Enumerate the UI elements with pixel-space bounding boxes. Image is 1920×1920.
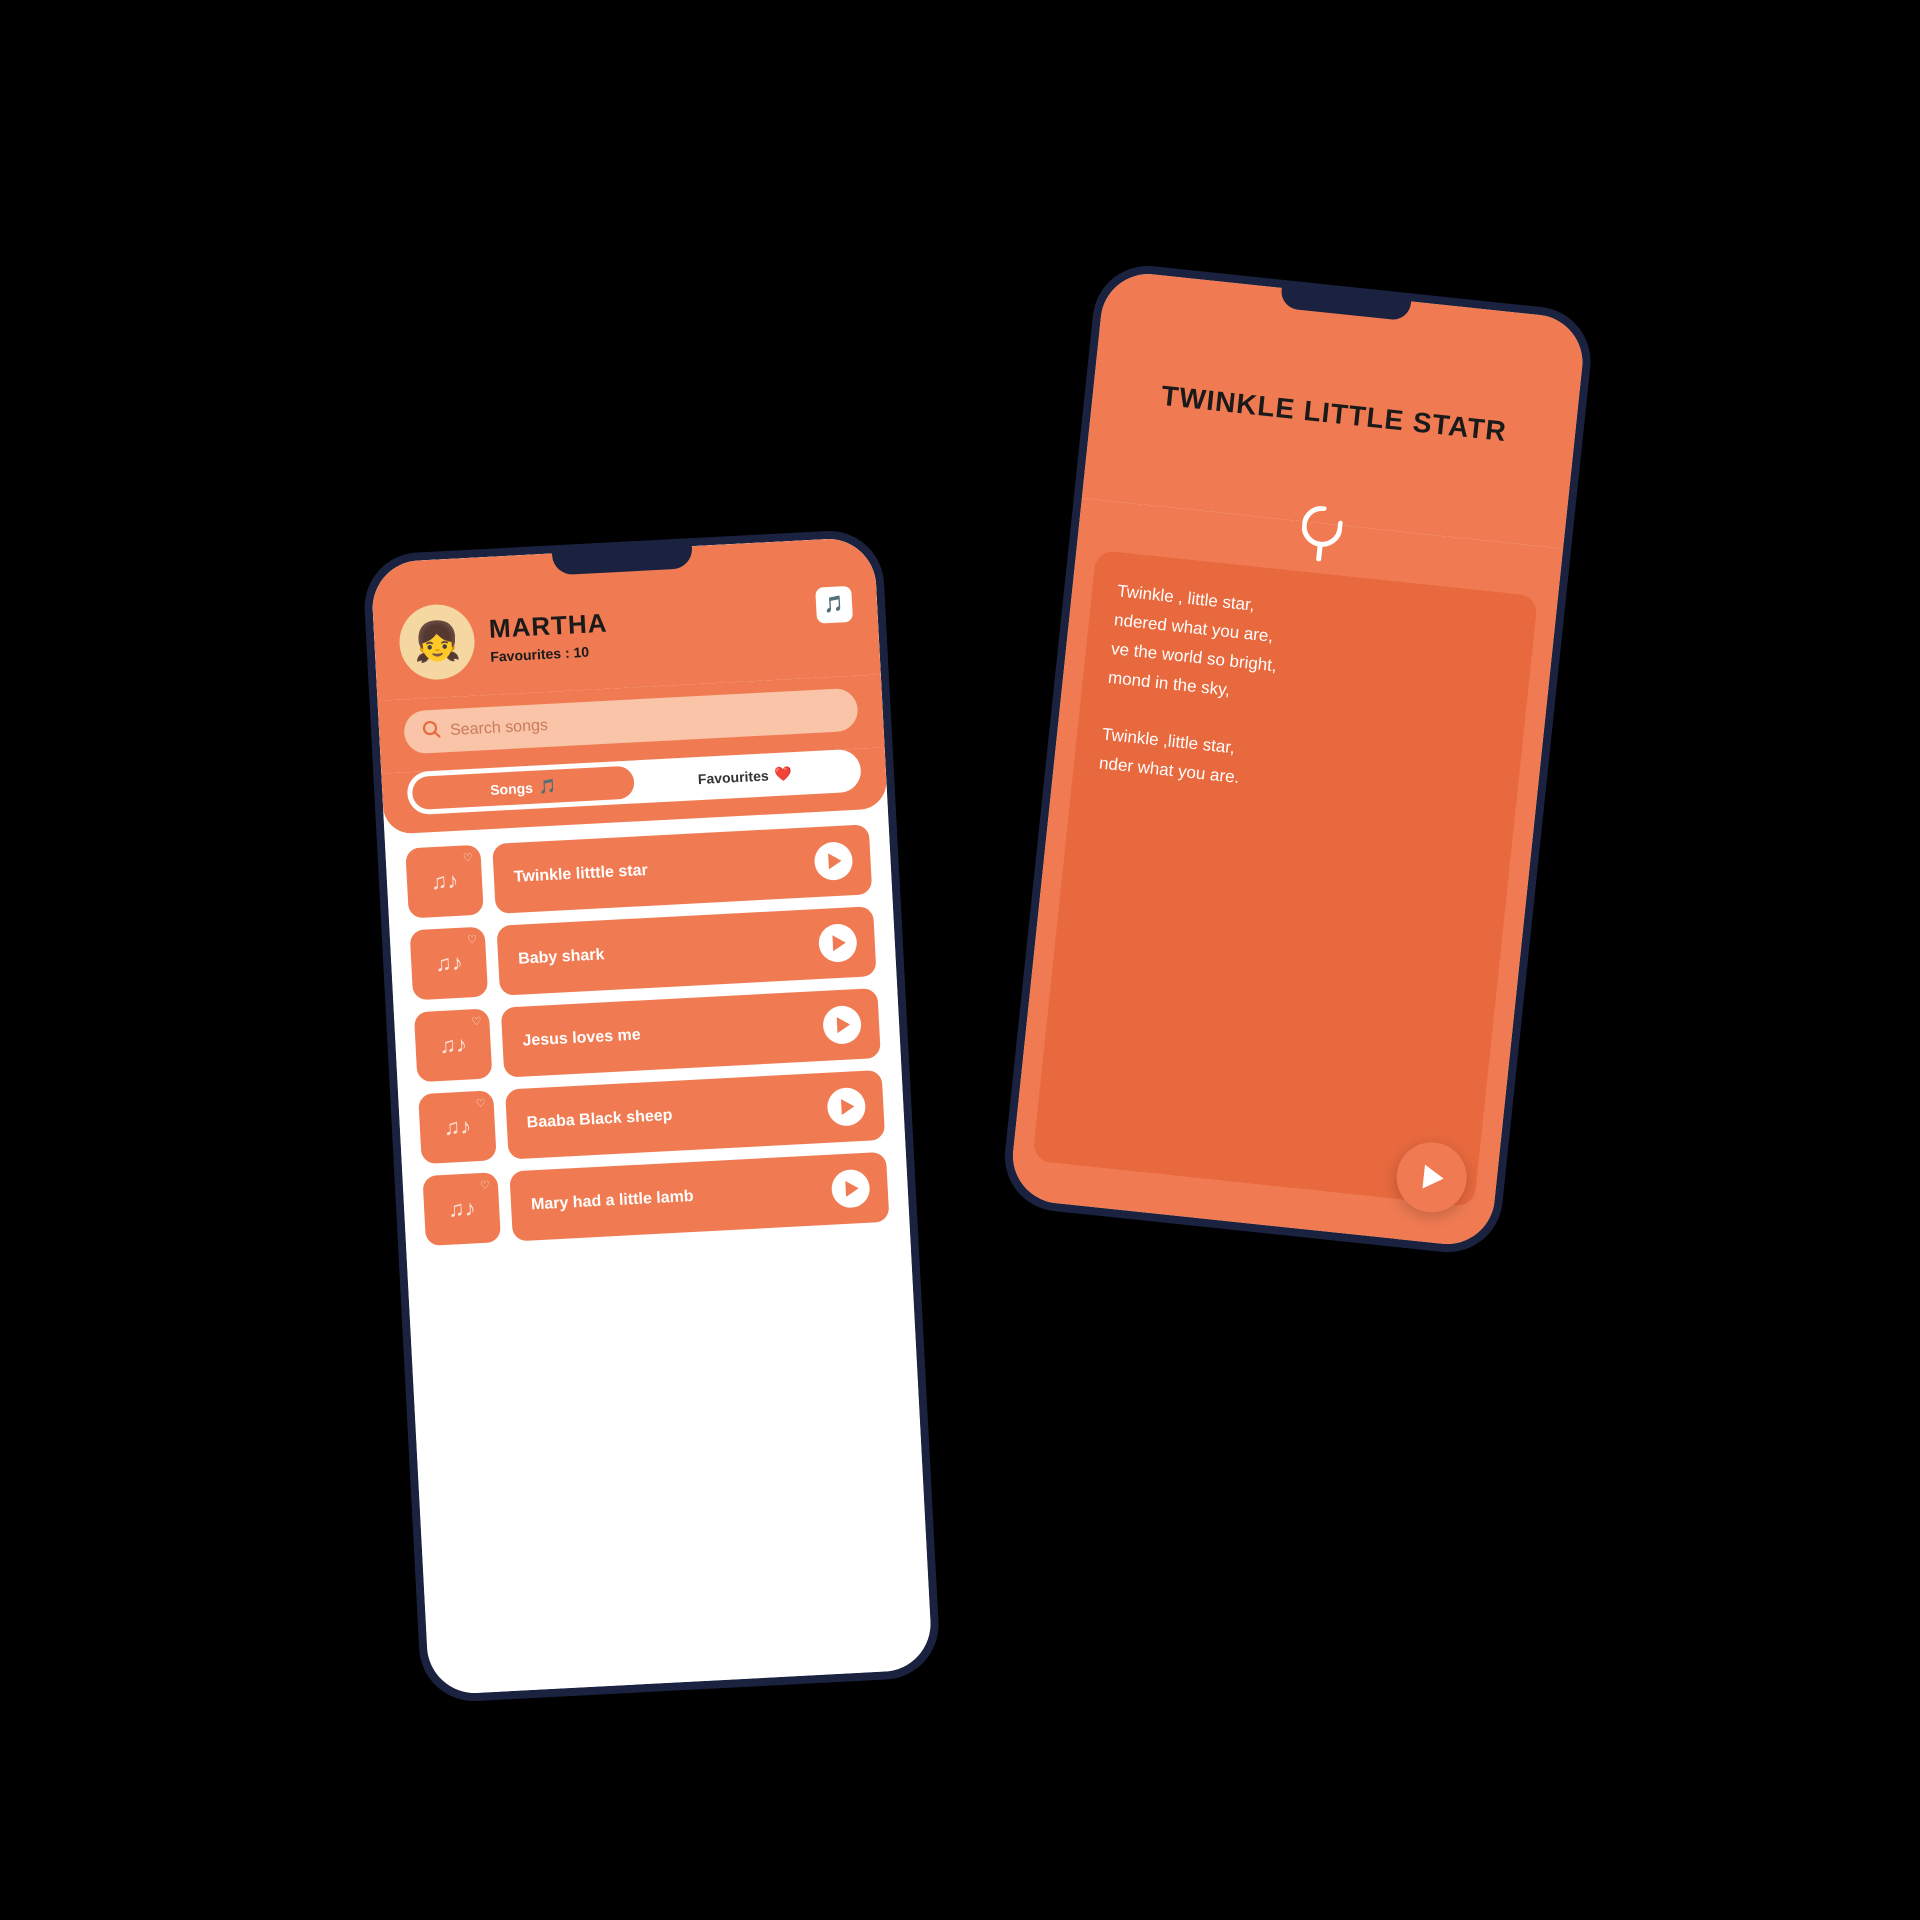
heart-icon: ♡ [463, 851, 474, 864]
play-icon-1 [828, 853, 842, 870]
heart-icon: ♡ [480, 1179, 491, 1192]
song-thumbnail: ♡ ♫♪ [422, 1172, 501, 1246]
play-button-4[interactable] [826, 1087, 866, 1127]
lyrics-box: Twinkle , little star, ndered what you a… [1032, 550, 1538, 1207]
song-item-3[interactable]: Jesus loves me [501, 988, 881, 1078]
music-note-icon: ♫♪ [447, 1195, 476, 1222]
song-thumbnail: ♡ ♫♪ [418, 1090, 497, 1164]
back-content-area: Twinkle , little star, ndered what you a… [1008, 498, 1563, 1249]
tab-songs[interactable]: Songs 🎵 [412, 765, 635, 810]
song-title-4: Baaba Black sheep [526, 1099, 828, 1133]
song-thumbnail: ♡ ♫♪ [405, 845, 484, 919]
song-item-5[interactable]: Mary had a little lamb [509, 1152, 889, 1242]
lyrics-text: Twinkle , little star, ndered what you a… [1098, 577, 1511, 819]
song-item-4[interactable]: Baaba Black sheep [505, 1070, 885, 1160]
song-item-2[interactable]: Baby shark [496, 906, 876, 996]
song-row: ♡ ♫♪ Baby shark [410, 906, 877, 1000]
play-button-2[interactable] [818, 923, 858, 963]
tab-favourites-icon: ❤️ [774, 765, 792, 783]
song-row: ♡ ♫♪ Mary had a little lamb [422, 1152, 889, 1246]
back-song-title: TWINKLE LITTLE STATR [1160, 380, 1509, 448]
back-phone: TWINKLE LITTLE STATR Twinkle , little st… [999, 261, 1596, 1258]
front-phone: 👧 MARTHA Favourites : 10 🎵 [362, 528, 941, 1704]
header-info: MARTHA Favourites : 10 [488, 595, 854, 665]
avatar: 👧 [398, 603, 477, 682]
front-phone-screen: 👧 MARTHA Favourites : 10 🎵 [370, 537, 933, 1696]
play-icon-4 [841, 1098, 855, 1115]
heart-icon: ♡ [467, 933, 478, 946]
play-icon-3 [837, 1017, 851, 1034]
music-icon-button[interactable]: 🎵 [815, 586, 853, 624]
search-bar[interactable]: Search songs [403, 688, 859, 755]
song-row: ♡ ♫♪ Twinkle litttle star [405, 824, 872, 918]
play-button-3[interactable] [822, 1005, 862, 1045]
song-thumbnail: ♡ ♫♪ [414, 1008, 493, 1082]
song-row: ♡ ♫♪ Baaba Black sheep [418, 1070, 885, 1164]
music-note-header-icon: 🎵 [824, 594, 845, 615]
play-button-5[interactable] [831, 1169, 871, 1209]
search-icon [422, 720, 441, 744]
avatar-emoji: 👧 [412, 619, 462, 665]
play-icon-5 [845, 1180, 859, 1197]
play-icon-2 [832, 935, 846, 952]
back-phone-screen: TWINKLE LITTLE STATR Twinkle , little st… [1008, 269, 1587, 1248]
songs-list: ♡ ♫♪ Twinkle litttle star [385, 808, 933, 1695]
heart-icon: ♡ [471, 1015, 482, 1028]
heart-icon: ♡ [475, 1097, 486, 1110]
song-thumbnail: ♡ ♫♪ [410, 926, 489, 1000]
song-title-1: Twinkle litttle star [513, 853, 815, 887]
back-screen-inner: TWINKLE LITTLE STATR Twinkle , little st… [1008, 269, 1587, 1248]
back-play-icon [1422, 1165, 1444, 1191]
music-note-icon: ♫♪ [430, 868, 459, 895]
tab-favourites-label: Favourites [697, 767, 769, 787]
song-title-5: Mary had a little lamb [531, 1181, 833, 1215]
hook-decoration [1293, 501, 1349, 566]
front-screen-inner: 👧 MARTHA Favourites : 10 🎵 [370, 537, 933, 1696]
song-row: ♡ ♫♪ Jesus loves me [414, 988, 881, 1082]
song-item-1[interactable]: Twinkle litttle star [492, 824, 872, 914]
tab-favourites[interactable]: Favourites ❤️ [633, 754, 856, 799]
search-placeholder-text: Search songs [450, 716, 549, 739]
song-title-2: Baby shark [518, 935, 820, 969]
play-button-1[interactable] [814, 841, 854, 881]
music-note-icon: ♫♪ [443, 1113, 472, 1140]
tab-songs-icon: 🎵 [538, 778, 556, 796]
music-note-icon: ♫♪ [439, 1032, 468, 1059]
tab-songs-label: Songs [490, 779, 534, 797]
music-note-icon: ♫♪ [434, 950, 463, 977]
song-title-3: Jesus loves me [522, 1017, 824, 1051]
